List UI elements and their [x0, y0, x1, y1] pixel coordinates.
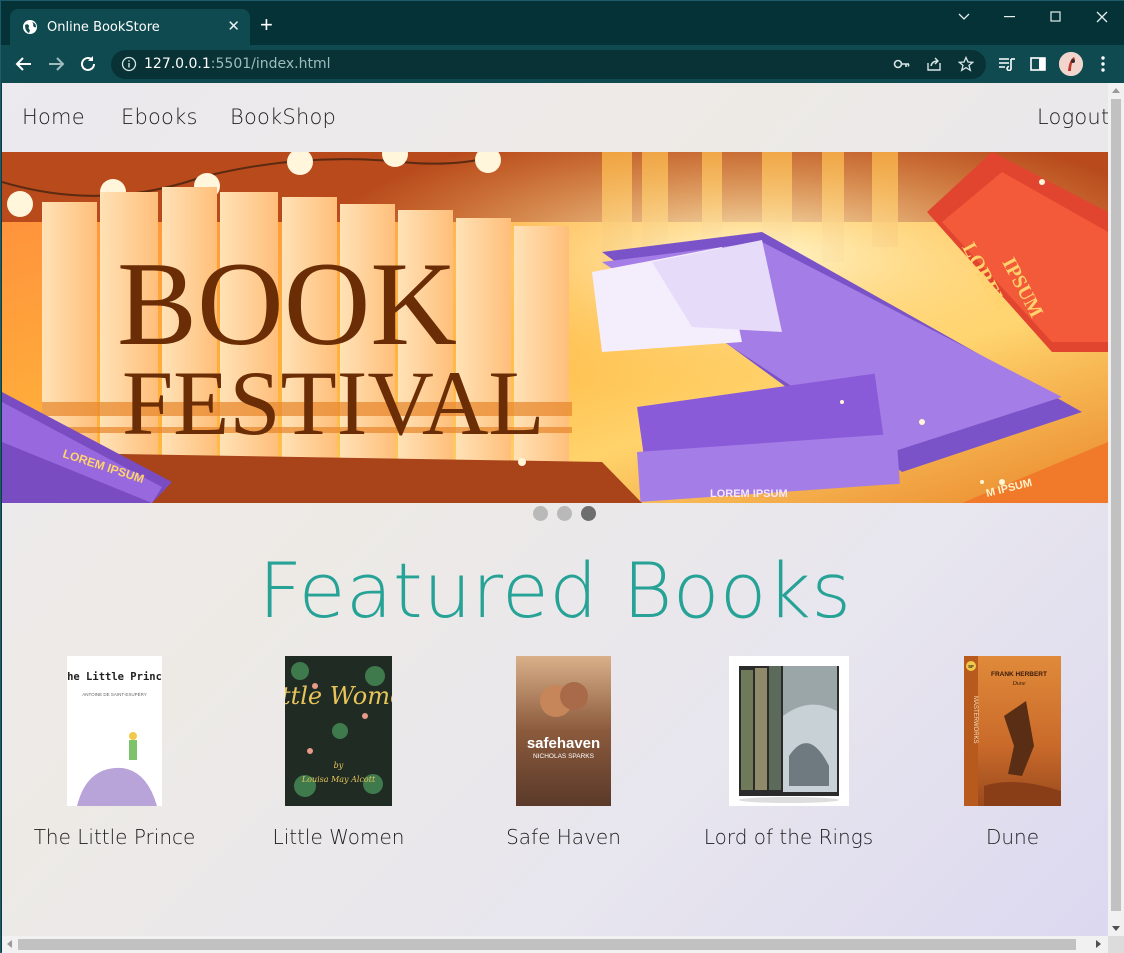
cover-by-little-women: by [334, 761, 344, 770]
cover-author-little-prince: ANTOINE DE SAINT-EXUPÉRY [82, 691, 147, 697]
hero-banner-carousel[interactable]: LOREM IPSUM BOOK FESTIVAL LOREM IPSUM LO… [2, 152, 1108, 503]
book-card-little-women[interactable]: Little Women by Louisa May Alcott Little… [226, 656, 451, 849]
forward-icon[interactable] [43, 52, 69, 76]
book-cover-safe-haven[interactable]: safehaven NICHOLAS SPARKS [516, 656, 611, 806]
page-viewport: Home Ebooks BookShop Logout LOREM IPSUM … [2, 83, 1108, 936]
book-card-little-prince[interactable]: The Little Prince ANTOINE DE SAINT-EXUPÉ… [2, 656, 227, 849]
new-tab-button[interactable]: + [260, 14, 273, 36]
share-icon[interactable] [924, 54, 944, 74]
book-title-safe-haven[interactable]: Safe Haven [451, 825, 676, 849]
browser-toolbar: 127.0.0.1:5501/index.html [1, 45, 1124, 83]
scroll-left-icon[interactable] [6, 940, 12, 948]
cover-author-dune: FRANK HERBERT [991, 671, 1047, 678]
scrollbar-corner [1108, 936, 1124, 953]
title-bar: Online BookStore ✕ + [1, 1, 1124, 45]
tab-title: Online BookStore [47, 19, 160, 35]
cover-title-safe-haven: safehaven [527, 735, 600, 752]
tab-close-icon[interactable]: ✕ [227, 18, 240, 36]
cover-author-safe-haven: NICHOLAS SPARKS [533, 753, 595, 760]
cover-series-dune: MASTERWORKS [972, 696, 978, 744]
bookmark-star-icon[interactable] [956, 54, 976, 74]
nav-link-ebooks[interactable]: Ebooks [121, 105, 198, 129]
reading-list-icon[interactable] [997, 54, 1017, 74]
banner-title-book: BOOK [117, 237, 457, 370]
key-icon[interactable] [892, 54, 912, 74]
book-card-lord-of-the-rings[interactable]: Lord of the Rings [676, 656, 901, 849]
scroll-down-icon[interactable] [1112, 926, 1120, 932]
url-path: :5501/index.html [210, 56, 331, 72]
book-card-dune[interactable]: SF MASTERWORKS FRANK HERBERT Dune Dune [900, 656, 1108, 849]
scroll-right-icon[interactable] [1096, 940, 1102, 948]
browser-window: Online BookStore ✕ + 127.0.0.1:5501/inde… [0, 0, 1124, 953]
cover-badge-dune: SF [968, 664, 974, 669]
vertical-scrollbar[interactable] [1108, 83, 1124, 936]
book-festival-banner-image: LOREM IPSUM BOOK FESTIVAL LOREM IPSUM LO… [2, 152, 1108, 503]
featured-books-heading: Featured Books [258, 546, 852, 635]
site-navbar: Home Ebooks BookShop Logout [2, 83, 1108, 152]
cover-author-little-women: Louisa May Alcott [301, 775, 376, 784]
reload-icon[interactable] [75, 52, 101, 76]
banner-title-festival: FESTIVAL [122, 352, 545, 454]
horizontal-scrollbar[interactable] [2, 936, 1108, 953]
tab-search-chevron-icon[interactable] [941, 1, 987, 33]
book-cover-little-women[interactable]: Little Women by Louisa May Alcott [256, 656, 420, 806]
minimize-icon[interactable] [987, 1, 1033, 33]
carousel-dot-3[interactable] [581, 506, 596, 521]
url-host: 127.0.0.1 [144, 56, 211, 72]
side-panel-icon[interactable] [1028, 54, 1048, 74]
horizontal-scroll-thumb[interactable] [18, 939, 1076, 950]
book-title-little-prince[interactable]: The Little Prince [2, 825, 227, 849]
back-icon[interactable] [11, 52, 37, 76]
book-title-little-women[interactable]: Little Women [226, 825, 451, 849]
book-card-safe-haven[interactable]: safehaven NICHOLAS SPARKS Safe Haven [451, 656, 676, 849]
scroll-up-icon[interactable] [1112, 87, 1120, 93]
nav-link-logout[interactable]: Logout [1037, 105, 1108, 129]
menu-kebab-icon[interactable] [1093, 54, 1113, 74]
book-title-lord-of-the-rings[interactable]: Lord of the Rings [676, 825, 901, 849]
cover-title-dune: Dune [1012, 681, 1026, 687]
site-info-icon[interactable] [121, 56, 137, 72]
cover-title-little-prince: The Little Prince [67, 671, 162, 683]
profile-avatar[interactable] [1059, 52, 1083, 76]
address-bar[interactable]: 127.0.0.1:5501/index.html [111, 50, 986, 79]
banner-book-text-3: LOREM IPSUM [710, 488, 788, 500]
vertical-scroll-thumb[interactable] [1111, 99, 1121, 911]
book-cover-dune[interactable]: SF MASTERWORKS FRANK HERBERT Dune [964, 656, 1061, 806]
carousel-dot-2[interactable] [557, 506, 572, 521]
nav-link-home[interactable]: Home [22, 105, 85, 129]
nav-link-bookshop[interactable]: BookShop [230, 105, 336, 129]
close-window-icon[interactable] [1079, 1, 1124, 33]
carousel-indicators [533, 506, 596, 521]
url-text: 127.0.0.1:5501/index.html [144, 56, 331, 72]
book-cover-lord-of-the-rings[interactable] [728, 656, 849, 806]
globe-icon [23, 20, 37, 34]
book-title-dune[interactable]: Dune [900, 825, 1108, 849]
browser-tab[interactable]: Online BookStore ✕ [10, 9, 250, 45]
book-cover-little-prince[interactable]: The Little Prince ANTOINE DE SAINT-EXUPÉ… [61, 656, 168, 806]
cover-title-little-women: Little Women [285, 682, 392, 710]
maximize-icon[interactable] [1033, 1, 1079, 33]
carousel-dot-1[interactable] [533, 506, 548, 521]
